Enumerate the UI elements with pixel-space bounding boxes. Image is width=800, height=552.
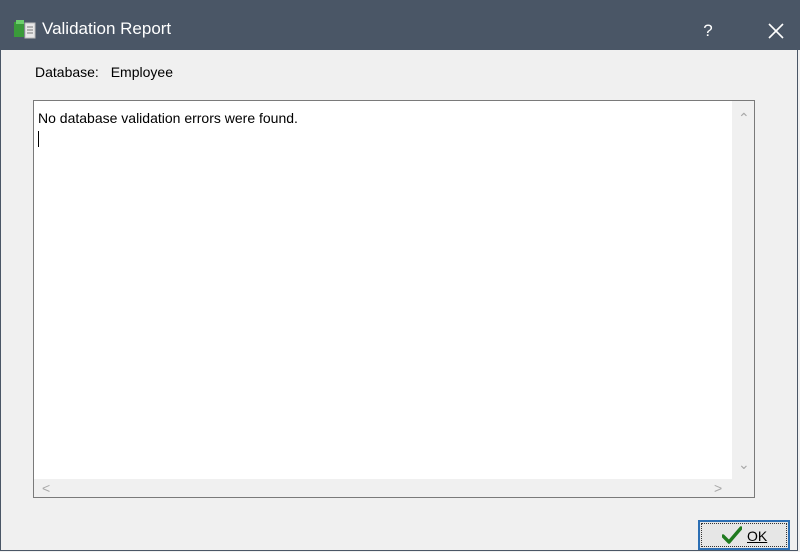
scroll-left-icon[interactable]: <: [42, 481, 50, 495]
database-row: Database: Employee: [35, 64, 173, 80]
ok-label: OK: [747, 528, 768, 544]
focus-rect: [701, 523, 787, 547]
report-textarea[interactable]: No database validation errors were found…: [33, 100, 755, 498]
checkmark-icon: [721, 526, 743, 549]
report-message: No database validation errors were found…: [38, 110, 298, 126]
text-caret: [38, 131, 39, 147]
scroll-down-icon[interactable]: ⌄: [738, 457, 750, 471]
window-title: Validation Report: [42, 19, 172, 38]
close-button[interactable]: [753, 10, 799, 50]
help-button[interactable]: ?: [685, 10, 731, 50]
scroll-up-icon[interactable]: ⌃: [738, 111, 750, 125]
app-database-icon: [14, 20, 36, 40]
close-icon: [768, 23, 784, 39]
database-label: Database:: [35, 64, 99, 80]
scroll-right-icon[interactable]: >: [714, 481, 722, 495]
horizontal-scrollbar[interactable]: < >: [34, 479, 732, 497]
ok-button[interactable]: OK: [698, 520, 790, 550]
validation-report-window: Validation Report ? Database: Employee N…: [0, 0, 800, 551]
scrollbar-corner: [732, 479, 754, 497]
vertical-scrollbar[interactable]: ⌃ ⌄: [732, 101, 754, 479]
database-name: Employee: [110, 64, 173, 80]
title-bar[interactable]: Validation Report ?: [1, 0, 800, 50]
